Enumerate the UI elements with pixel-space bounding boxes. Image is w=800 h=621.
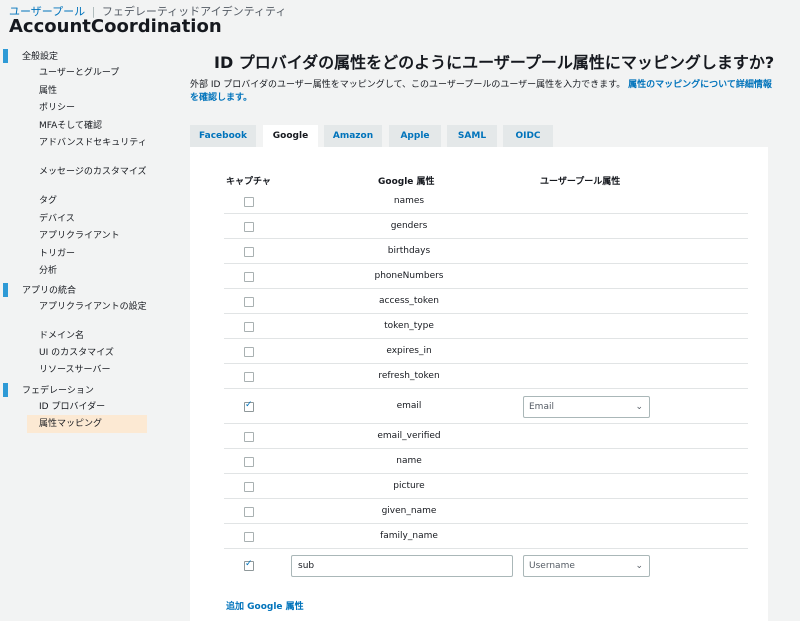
description-text: 外部 ID プロバイダのユーザー属性をマッピングして、このユーザープールのユーザ… xyxy=(190,80,626,90)
header: ユーザープール | フェデレーティッドアイデンティティ AccountCoord… xyxy=(0,0,800,44)
capture-checkbox[interactable] xyxy=(244,221,254,232)
select-value: Email xyxy=(529,401,554,412)
sidebar-item[interactable]: ドメイン名 xyxy=(39,330,157,342)
custom-attribute-row: Username ⌄ xyxy=(224,549,748,584)
google-attribute-name: access_token xyxy=(379,295,439,306)
google-attribute-name: email_verified xyxy=(377,430,441,441)
capture-checkbox[interactable] xyxy=(244,321,254,332)
table-row: names xyxy=(224,189,748,214)
google-attribute-name: name xyxy=(396,455,422,466)
sidebar-item[interactable]: MFAそして確認 xyxy=(39,120,157,132)
capture-checkbox[interactable] xyxy=(244,271,254,282)
sidebar-item[interactable]: ポリシー xyxy=(39,102,157,114)
user-pool-attribute-select[interactable]: Email ⌄ xyxy=(523,395,650,418)
sidebar-item[interactable]: 属性マッピング xyxy=(27,415,147,433)
table-row: email_verified xyxy=(224,424,748,449)
capture-checkbox[interactable] xyxy=(244,246,254,257)
sidebar-section-label: アプリの統合 xyxy=(22,286,77,296)
table-row: access_token xyxy=(224,289,748,314)
chevron-down-icon: ⌄ xyxy=(635,561,643,571)
google-attribute-name: phoneNumbers xyxy=(374,270,444,281)
sidebar-item[interactable]: リソースサーバー xyxy=(39,364,157,376)
section-accent-bar xyxy=(3,283,8,297)
sidebar-item[interactable]: アドバンスドセキュリティ xyxy=(39,137,157,149)
capture-checkbox[interactable] xyxy=(244,400,254,412)
google-attribute-name: birthdays xyxy=(387,245,431,256)
table-row: family_name xyxy=(224,524,748,549)
capture-checkbox[interactable] xyxy=(244,559,254,571)
table-row: expires_in xyxy=(224,339,748,364)
page-description: 外部 ID プロバイダのユーザー属性をマッピングして、このユーザープールのユーザ… xyxy=(190,79,778,105)
page-title: ID プロバイダの属性をどのようにユーザープール属性にマッピングしますか? xyxy=(214,53,775,72)
table-row: refresh_token xyxy=(224,364,748,389)
sidebar-item[interactable]: デバイス xyxy=(39,213,157,225)
add-google-attribute-link[interactable]: 追加 Google 属性 xyxy=(226,599,304,612)
section-accent-bar xyxy=(3,49,8,63)
google-attribute-name: refresh_token xyxy=(378,370,440,381)
capture-checkbox[interactable] xyxy=(244,481,254,492)
sidebar-item[interactable]: トリガー xyxy=(39,248,157,260)
tab-google[interactable]: Google xyxy=(263,125,318,147)
capture-checkbox[interactable] xyxy=(244,196,254,207)
sidebar-item[interactable]: ユーザーとグループ xyxy=(39,67,157,79)
table-row: token_type xyxy=(224,314,748,339)
sidebar-item[interactable]: 属性 xyxy=(39,85,157,97)
sidebar-section-label: 全般設定 xyxy=(22,52,59,62)
tab-saml[interactable]: SAML xyxy=(447,125,497,147)
table-row: email Email ⌄ xyxy=(224,389,748,424)
section-accent-bar xyxy=(3,383,8,397)
sidebar-item[interactable]: メッセージのカスタマイズ xyxy=(39,166,157,178)
google-attribute-name: email xyxy=(396,400,422,411)
google-attribute-name: picture xyxy=(393,480,425,491)
table-row: genders xyxy=(224,214,748,239)
table-row: given_name xyxy=(224,499,748,524)
sidebar-section-2: フェデレーション xyxy=(0,382,160,398)
capture-checkbox[interactable] xyxy=(244,346,254,357)
table-row: birthdays xyxy=(224,239,748,264)
capture-checkbox[interactable] xyxy=(244,506,254,517)
google-attribute-input[interactable] xyxy=(291,555,513,577)
google-attribute-name: token_type xyxy=(384,320,434,331)
pool-title: AccountCoordination xyxy=(9,16,222,37)
select-value: Username xyxy=(529,561,575,571)
tab-facebook[interactable]: Facebook xyxy=(190,125,256,147)
google-attribute-name: family_name xyxy=(380,530,438,541)
sidebar-section-0: 全般設定 xyxy=(0,48,160,64)
table-row: picture xyxy=(224,474,748,499)
capture-checkbox[interactable] xyxy=(244,296,254,307)
google-attribute-name: genders xyxy=(390,220,428,231)
capture-checkbox[interactable] xyxy=(244,531,254,542)
column-header-user-pool-attribute: ユーザープール属性 xyxy=(540,177,621,187)
sidebar-item[interactable]: アプリクライアント xyxy=(39,230,157,242)
sidebar-item[interactable]: 分析 xyxy=(39,265,157,277)
table-row: phoneNumbers xyxy=(224,264,748,289)
tab-apple[interactable]: Apple xyxy=(389,125,441,147)
capture-checkbox[interactable] xyxy=(244,371,254,382)
google-attribute-name: expires_in xyxy=(386,345,432,356)
mapping-panel: キャプチャ Google 属性 ユーザープール属性 names genders bi… xyxy=(190,147,768,621)
google-attribute-name: given_name xyxy=(381,505,437,516)
sidebar-item[interactable]: UI のカスタマイズ xyxy=(39,347,157,359)
capture-checkbox[interactable] xyxy=(244,431,254,442)
capture-checkbox[interactable] xyxy=(244,456,254,467)
sidebar: 全般設定ユーザーとグループ 属性ポリシー MFAそして確認 アドバンスドセキュリティメ… xyxy=(0,44,160,621)
column-header-google-attribute: Google 属性 xyxy=(378,177,435,187)
tab-amazon[interactable]: Amazon xyxy=(324,125,382,147)
sidebar-section-1: アプリの統合 xyxy=(0,282,160,298)
google-attribute-name: names xyxy=(393,195,425,206)
table-row: name xyxy=(224,449,748,474)
tab-oidc[interactable]: OIDC xyxy=(503,125,553,147)
sidebar-item[interactable]: ID プロバイダー xyxy=(39,401,157,413)
sidebar-item[interactable]: タグ xyxy=(39,195,157,207)
sidebar-item[interactable]: アプリクライアントの設定 xyxy=(39,301,157,313)
column-header-capture: キャプチャ xyxy=(226,177,271,187)
user-pool-attribute-select[interactable]: Username ⌄ xyxy=(523,555,650,577)
sidebar-section-label: フェデレーション xyxy=(22,386,94,396)
chevron-down-icon: ⌄ xyxy=(635,401,643,412)
